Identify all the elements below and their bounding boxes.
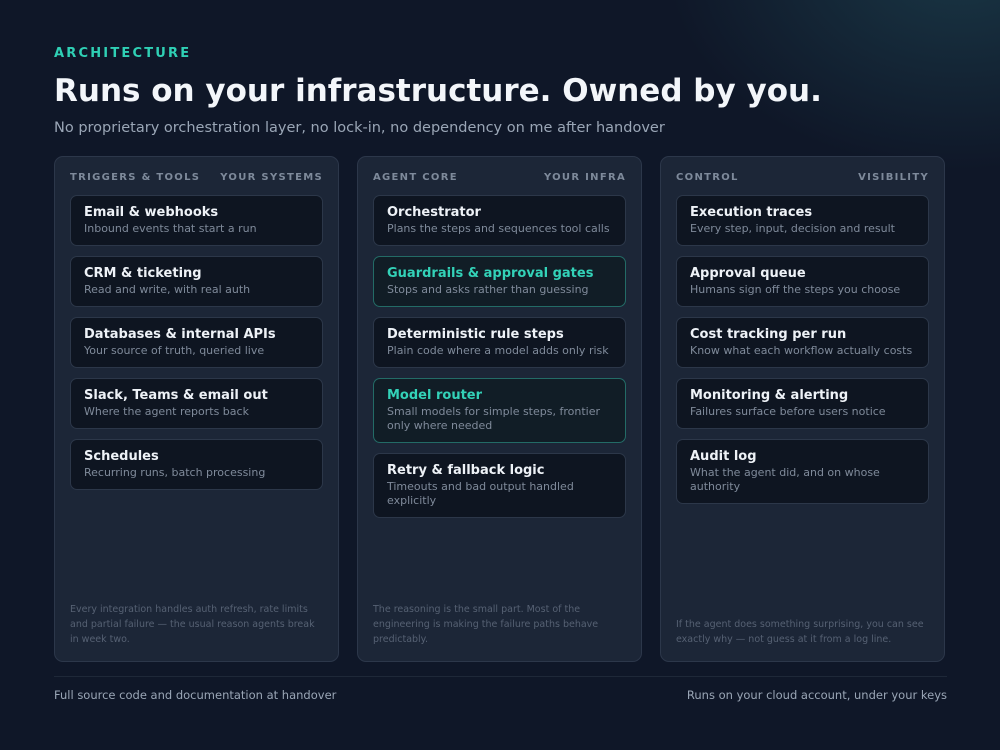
column-heading-right: VISIBILITY: [858, 172, 929, 183]
card-list: Execution traces Every step, input, deci…: [676, 195, 929, 514]
column-footnote: If the agent does something surprising, …: [676, 619, 924, 645]
card-title: Schedules: [84, 449, 159, 464]
card-title: Databases & internal APIs: [84, 327, 276, 342]
card-retry-fallback: Retry & fallback logic Timeouts and bad …: [373, 453, 626, 518]
page-footer: Full source code and documentation at ha…: [54, 676, 947, 703]
card-title: Retry & fallback logic: [387, 463, 545, 478]
architecture-section: ARCHITECTURE Runs on your infrastructure…: [54, 46, 947, 702]
card-crm-ticketing: CRM & ticketing Read and write, with rea…: [70, 256, 323, 307]
card-title: Approval queue: [690, 266, 806, 281]
card-slack-teams-email: Slack, Teams & email out Where the agent…: [70, 378, 323, 429]
card-approval-queue: Approval queue Humans sign off the steps…: [676, 256, 929, 307]
card-description: Inbound events that start a run: [84, 222, 257, 235]
card-title: Slack, Teams & email out: [84, 388, 268, 403]
card-description: Read and write, with real auth: [84, 283, 251, 296]
column-header: TRIGGERS & TOOLS YOUR SYSTEMS: [70, 171, 323, 185]
card-databases-apis: Databases & internal APIs Your source of…: [70, 317, 323, 368]
architecture-columns: TRIGGERS & TOOLS YOUR SYSTEMS Email & we…: [54, 156, 947, 664]
card-schedules: Schedules Recurring runs, batch processi…: [70, 439, 323, 490]
card-deterministic-rules: Deterministic rule steps Plain code wher…: [373, 317, 626, 368]
card-title: Deterministic rule steps: [387, 327, 564, 342]
column-agent-core: AGENT CORE YOUR INFRA Orchestrator Plans…: [357, 156, 642, 662]
card-description: Your source of truth, queried live: [84, 344, 265, 357]
card-description: Every step, input, decision and result: [690, 222, 895, 235]
card-description: Small models for simple steps, frontier …: [387, 405, 600, 432]
card-description: Failures surface before users notice: [690, 405, 886, 418]
card-description: Stops and asks rather than guessing: [387, 283, 589, 296]
card-orchestrator: Orchestrator Plans the steps and sequenc…: [373, 195, 626, 246]
card-description: Recurring runs, batch processing: [84, 466, 266, 479]
column-header: AGENT CORE YOUR INFRA: [373, 171, 626, 185]
page-subtitle: No proprietary orchestration layer, no l…: [54, 120, 665, 136]
card-execution-traces: Execution traces Every step, input, deci…: [676, 195, 929, 246]
column-heading-right: YOUR SYSTEMS: [220, 172, 323, 183]
column-heading-left: TRIGGERS & TOOLS: [70, 172, 201, 183]
card-title: Guardrails & approval gates: [387, 266, 594, 281]
page-title: Runs on your infrastructure. Owned by yo…: [54, 73, 822, 109]
column-footnote: The reasoning is the small part. Most of…: [373, 604, 599, 645]
card-title: Monitoring & alerting: [690, 388, 849, 403]
card-title: Model router: [387, 388, 483, 403]
card-list: Email & webhooks Inbound events that sta…: [70, 195, 323, 500]
column-heading-left: CONTROL: [676, 172, 739, 183]
card-list: Orchestrator Plans the steps and sequenc…: [373, 195, 626, 528]
card-description: Plans the steps and sequences tool calls: [387, 222, 610, 235]
card-guardrails-approval: Guardrails & approval gates Stops and as…: [373, 256, 626, 307]
card-description: Plain code where a model adds only risk: [387, 344, 609, 357]
column-control-visibility: CONTROL VISIBILITY Execution traces Ever…: [660, 156, 945, 662]
footer-left-text: Full source code and documentation at ha…: [54, 688, 337, 702]
column-heading-right: YOUR INFRA: [543, 172, 626, 183]
column-triggers-tools: TRIGGERS & TOOLS YOUR SYSTEMS Email & we…: [54, 156, 339, 662]
card-email-webhooks: Email & webhooks Inbound events that sta…: [70, 195, 323, 246]
section-eyebrow: ARCHITECTURE: [54, 46, 192, 61]
card-monitoring-alerting: Monitoring & alerting Failures surface b…: [676, 378, 929, 429]
column-heading-left: AGENT CORE: [373, 172, 458, 183]
card-title: Email & webhooks: [84, 205, 219, 220]
card-cost-tracking: Cost tracking per run Know what each wor…: [676, 317, 929, 368]
card-title: CRM & ticketing: [84, 266, 202, 281]
card-title: Cost tracking per run: [690, 327, 847, 342]
card-description: Humans sign off the steps you choose: [690, 283, 901, 296]
card-description: Where the agent reports back: [84, 405, 249, 418]
card-description: Timeouts and bad output handled explicit…: [387, 480, 574, 507]
card-audit-log: Audit log What the agent did, and on who…: [676, 439, 929, 504]
footer-right-text: Runs on your cloud account, under your k…: [686, 688, 947, 702]
card-title: Orchestrator: [387, 205, 481, 220]
column-footnote: Every integration handles auth refresh, …: [70, 604, 315, 645]
column-header: CONTROL VISIBILITY: [676, 171, 929, 185]
card-title: Execution traces: [690, 205, 813, 220]
card-description: Know what each workflow actually costs: [690, 344, 913, 357]
card-description: What the agent did, and on whose authori…: [690, 466, 880, 493]
card-title: Audit log: [690, 449, 757, 464]
card-model-router: Model router Small models for simple ste…: [373, 378, 626, 443]
